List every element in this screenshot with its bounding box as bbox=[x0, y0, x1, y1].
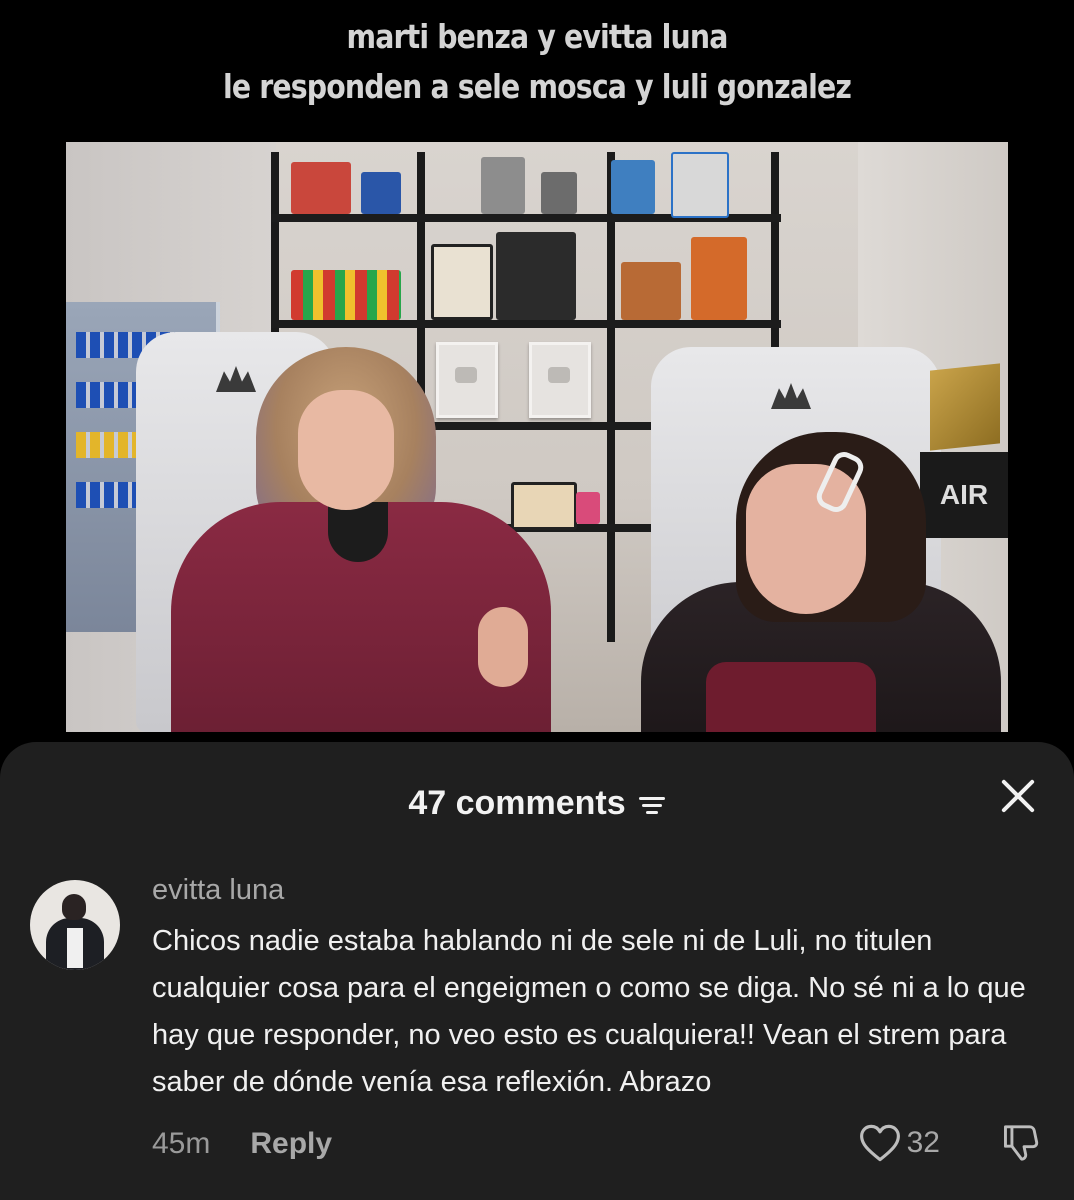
bottle-row bbox=[291, 270, 401, 320]
shelf-item bbox=[671, 152, 729, 218]
comments-sheet: 47 comments evitta luna Chicos nadie est… bbox=[0, 742, 1074, 1200]
shelf-item bbox=[481, 157, 525, 214]
shelf-post bbox=[607, 152, 615, 642]
caption-line-2: le responden a sele mosca y luli gonzale… bbox=[222, 67, 852, 106]
avatar[interactable] bbox=[30, 880, 120, 970]
comments-count-button[interactable]: 47 comments bbox=[408, 778, 665, 828]
avatar-figure-shirt bbox=[67, 928, 83, 968]
caption-line-1: marti benza y evitta luna bbox=[346, 17, 728, 56]
shelf-item bbox=[541, 172, 577, 214]
person-left-face bbox=[298, 390, 394, 510]
shelf-item bbox=[691, 237, 747, 320]
gold-plaque bbox=[930, 363, 1000, 451]
chair-logo-icon bbox=[771, 383, 811, 409]
comments-header: 47 comments bbox=[0, 778, 1074, 828]
person-left-shirt bbox=[328, 502, 388, 562]
neon-sign: AIR bbox=[920, 452, 1008, 538]
shelf-item bbox=[361, 172, 401, 214]
thumbs-down-icon[interactable] bbox=[1000, 1122, 1040, 1164]
shelf-item bbox=[291, 162, 351, 214]
filter-sort-icon[interactable] bbox=[638, 793, 666, 817]
picture-frame bbox=[431, 244, 493, 320]
avatar-figure-head bbox=[62, 894, 86, 920]
comments-count-label: 47 comments bbox=[408, 784, 626, 822]
video-caption: marti benza y evitta luna le responden a… bbox=[75, 12, 999, 112]
comment-text: Chicos nadie estaba hablando ni de sele … bbox=[152, 925, 1026, 1098]
reply-button[interactable]: Reply bbox=[250, 1124, 332, 1164]
screen: marti benza y evitta luna le responden a… bbox=[0, 0, 1074, 1200]
video-frame[interactable]: AIR bbox=[66, 142, 1008, 732]
chair-logo-icon bbox=[216, 366, 256, 392]
comment-actions: 32 bbox=[859, 1122, 1040, 1164]
comment-author[interactable]: evitta luna bbox=[152, 870, 284, 910]
shelf-item bbox=[576, 492, 600, 524]
picture-frame bbox=[511, 482, 577, 530]
heart-outline-icon[interactable] bbox=[859, 1123, 901, 1163]
shelf-item bbox=[496, 232, 576, 320]
like-count: 32 bbox=[906, 1126, 940, 1159]
shelf-item bbox=[621, 262, 681, 320]
silver-play-button-plaque bbox=[436, 342, 498, 418]
comment-timestamp: 45m bbox=[152, 1127, 211, 1160]
close-icon[interactable] bbox=[998, 776, 1038, 816]
shelf-item bbox=[611, 160, 655, 214]
shelf-board bbox=[271, 320, 781, 328]
person-right-top bbox=[706, 662, 876, 732]
person-left-hand bbox=[478, 607, 528, 687]
silver-play-button-plaque bbox=[529, 342, 591, 418]
comment-meta: 45m Reply bbox=[152, 1124, 332, 1164]
